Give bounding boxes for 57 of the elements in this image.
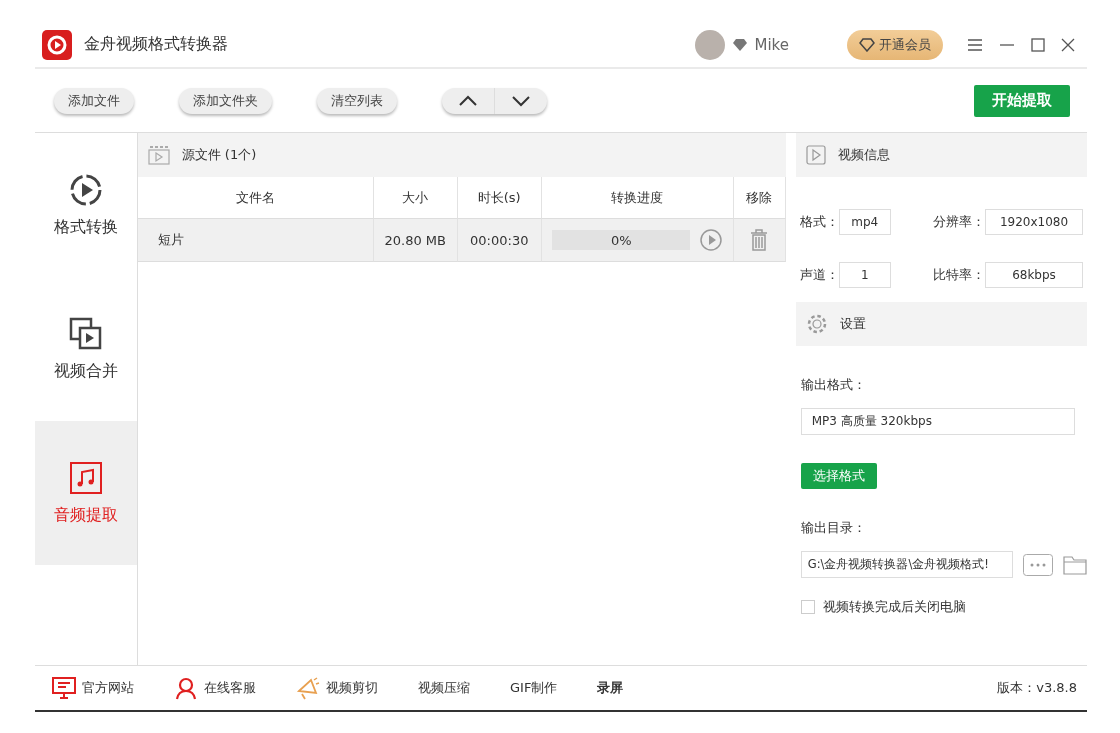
monitor-icon	[52, 676, 76, 700]
field-label: 输出目录：	[800, 519, 867, 537]
field-label: 分辨率：	[932, 213, 985, 231]
play-circle-icon	[68, 172, 103, 207]
window-title: 金舟视频格式转换器	[84, 34, 228, 55]
sidebar-item[interactable]: 格式转换	[35, 133, 137, 277]
app-logo-icon	[42, 29, 72, 60]
sidebar-item[interactable]: 视频合并	[35, 277, 137, 421]
field-label: 声道：	[799, 266, 839, 284]
footer-link[interactable]: 视频压缩	[418, 679, 470, 697]
field-label: 格式：	[799, 213, 839, 231]
footer-link[interactable]: 在线客服	[174, 676, 256, 700]
toolbar-button[interactable]: 添加文件夹	[179, 87, 272, 114]
output-directory-field[interactable]: G:\金舟视频转换器\金舟视频格式!	[800, 551, 1013, 578]
checkbox[interactable]	[800, 600, 815, 614]
video-file-icon	[147, 145, 170, 165]
info-field: 1	[838, 262, 891, 288]
info-field: mp4	[838, 209, 891, 235]
toolbar-button[interactable]: 清空列表	[317, 87, 397, 114]
section-title: 视频信息	[837, 146, 890, 164]
close-icon[interactable]	[1061, 37, 1075, 52]
music-note-icon	[68, 460, 103, 495]
diamond-icon	[732, 38, 747, 51]
delete-button[interactable]	[750, 229, 769, 251]
settings-icon	[805, 313, 828, 335]
megaphone-icon	[296, 676, 320, 700]
video-icon	[805, 145, 826, 165]
table-cell: 短片	[137, 219, 374, 262]
footer-link[interactable]: 录屏	[597, 679, 624, 697]
maximize-icon[interactable]	[1031, 37, 1045, 52]
checkbox-label: 视频转换完成后关闭电脑	[822, 598, 966, 616]
avatar	[694, 29, 725, 60]
section-title: 设置	[839, 315, 866, 333]
info-field: 68kbps	[985, 262, 1083, 288]
field-label: 比特率：	[932, 266, 985, 284]
toolbar-button[interactable]: 添加文件	[54, 87, 134, 114]
person-icon	[174, 676, 198, 700]
vip-button[interactable]: 开通会员	[847, 29, 943, 60]
table-cell: 00:00:30	[457, 219, 542, 262]
version-text: 版本：v3.8.8	[997, 679, 1077, 697]
footer-link[interactable]: GIF制作	[510, 679, 558, 697]
table-cell: 20.80 MB	[373, 219, 458, 262]
footer-link[interactable]: 视频剪切	[296, 676, 378, 700]
progress-bar: 0%	[552, 230, 691, 250]
output-format-field: MP3 高质量 320kbps	[800, 408, 1075, 435]
menu-icon[interactable]	[967, 37, 983, 52]
folder-icon[interactable]	[1062, 554, 1087, 575]
section-title: 源文件 (1个)	[181, 146, 257, 164]
stacked-video-icon	[68, 316, 103, 351]
sidebar-item[interactable]: 音频提取	[35, 421, 137, 565]
diamond-icon	[859, 37, 875, 52]
footer-link[interactable]: 官方网站	[52, 676, 134, 700]
play-button[interactable]	[700, 229, 723, 251]
user-name: Mike	[754, 35, 789, 54]
more-button[interactable]	[1022, 553, 1053, 576]
field-label: 输出格式：	[800, 376, 867, 394]
info-field: 1920x1080	[985, 209, 1083, 235]
